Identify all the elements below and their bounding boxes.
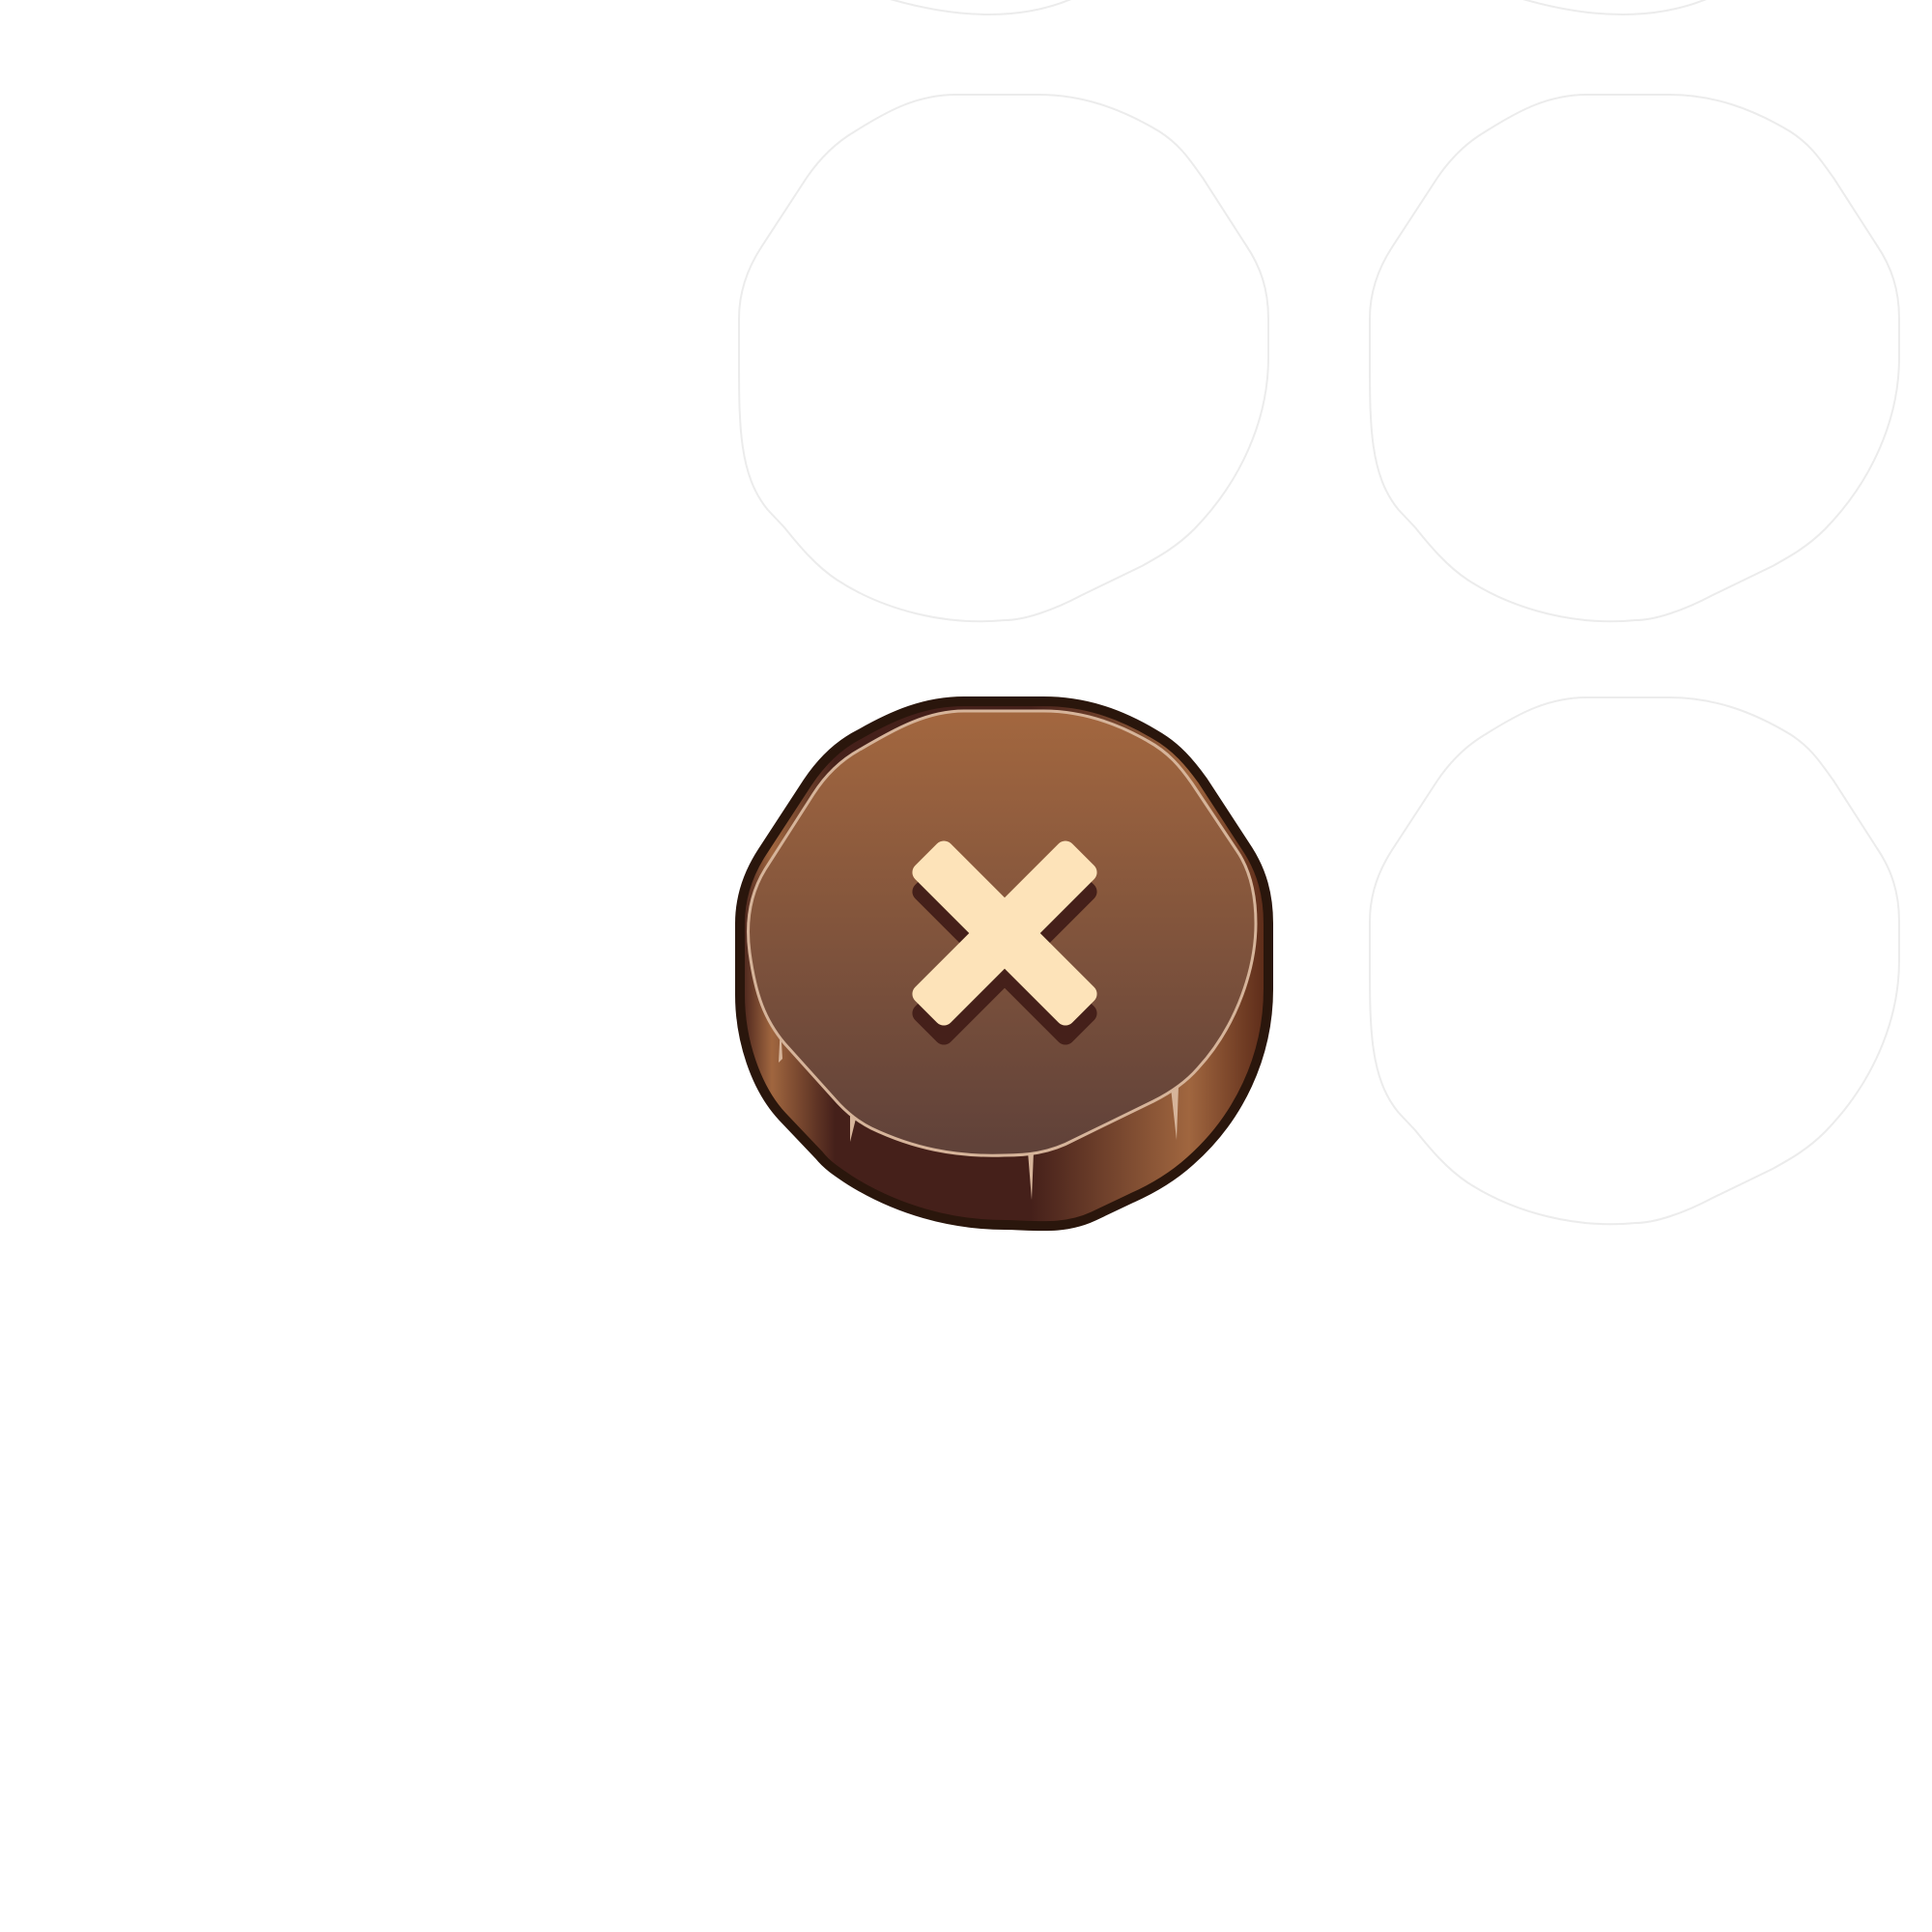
ghost-slot-top-partial-left — [890, 0, 1072, 15]
ghost-slot-mid-right — [1369, 696, 1900, 1226]
ghost-slot-top-left — [738, 94, 1269, 623]
sprite-sheet-canvas — [735, 0, 1900, 1232]
ghost-slot-top-right — [1369, 94, 1900, 623]
close-button[interactable] — [735, 696, 1273, 1232]
ghost-slot-top-partial-right — [1522, 0, 1707, 15]
